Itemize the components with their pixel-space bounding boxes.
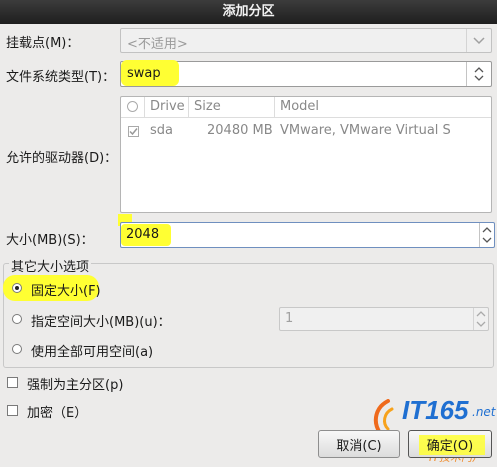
- drive-model: VMware, VMware Virtual S: [280, 123, 451, 138]
- mount-point-value: <不适用>: [127, 37, 188, 52]
- window-title: 添加分区: [222, 4, 275, 19]
- radio-fixed-size-label: 固定大小(F): [31, 284, 101, 299]
- ok-button[interactable]: 确定(O): [408, 430, 492, 458]
- mount-point-label: 挂载点(M)：: [6, 36, 80, 51]
- checkbox[interactable]: [7, 377, 18, 388]
- header-check-column: [121, 97, 145, 117]
- watermark-domain: .net: [472, 405, 496, 419]
- radio-fill-all-label: 使用全部可用空间(a): [31, 345, 154, 360]
- radio-button[interactable]: [12, 344, 22, 354]
- watermark-text: IT165: [402, 395, 469, 425]
- ok-button-label: 确定(O): [426, 438, 474, 454]
- table-row[interactable]: sda 20480 MB VMware, VMware Virtual S: [121, 121, 491, 141]
- drive-name: sda: [150, 123, 173, 138]
- size-spinbox[interactable]: 2048: [120, 222, 495, 248]
- size-label: 大小(MB)(S)：: [6, 233, 94, 248]
- header-model[interactable]: Model: [275, 97, 491, 117]
- drive-size: 20480 MB: [207, 123, 273, 138]
- size-options-group-label: 其它大小选项: [9, 256, 92, 275]
- radio-button-checked[interactable]: [12, 283, 22, 293]
- spin-arrows-icon[interactable]: [479, 223, 494, 247]
- checkbox[interactable]: [7, 405, 18, 416]
- fs-type-label: 文件系统类型(T)：: [6, 70, 116, 85]
- encrypt-label: 加密（E）: [27, 406, 88, 421]
- up-down-arrows-icon: [466, 62, 491, 86]
- drive-checkbox[interactable]: [128, 126, 139, 137]
- drives-table-header: Drive Size Model: [121, 97, 491, 118]
- mount-point-combo[interactable]: <不适用>: [120, 28, 492, 53]
- radio-button[interactable]: [12, 314, 22, 324]
- cancel-button-label: 取消(C): [336, 438, 382, 454]
- fs-type-value: swap: [127, 66, 161, 81]
- header-size[interactable]: Size: [189, 97, 275, 117]
- drives-table[interactable]: Drive Size Model sda 20480 MB VMware, VM…: [120, 96, 492, 213]
- fs-type-combo[interactable]: swap: [120, 60, 492, 87]
- cancel-button[interactable]: 取消(C): [318, 430, 400, 458]
- fill-up-to-spinbox[interactable]: 1: [279, 307, 489, 331]
- force-primary-label: 强制为主分区(p): [27, 378, 124, 393]
- size-value: 2048: [126, 227, 160, 242]
- chevron-down-icon: [466, 29, 491, 52]
- header-drive[interactable]: Drive: [145, 97, 189, 117]
- radio-fill-up-to-label: 指定空间大小(MB)(u)：: [31, 315, 171, 330]
- window-titlebar: 添加分区: [0, 0, 497, 24]
- spin-arrows-icon[interactable]: [473, 308, 488, 330]
- fill-up-to-value: 1: [285, 311, 294, 326]
- drives-label: 允许的驱动器(D)：: [6, 151, 118, 166]
